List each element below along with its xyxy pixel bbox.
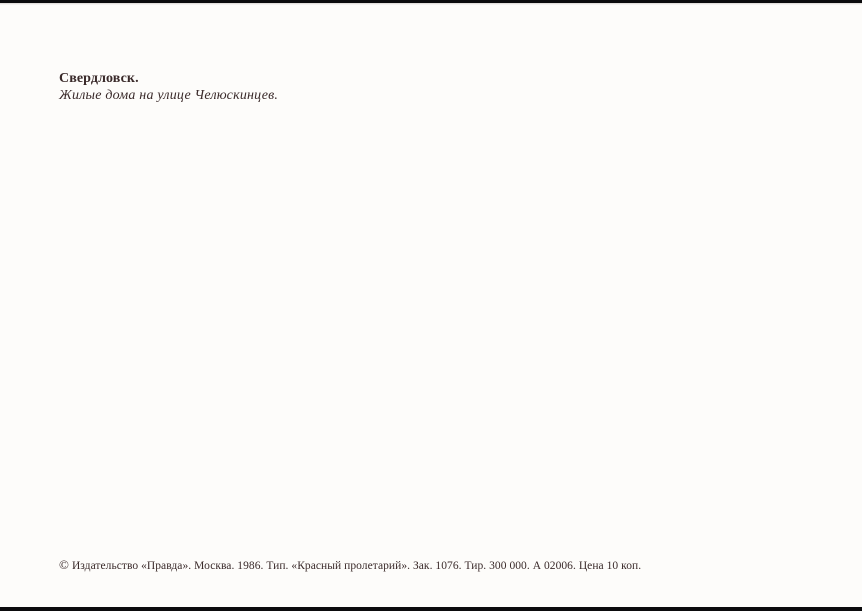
caption-subtitle: Жилые дома на улице Челюскинцев. — [59, 88, 279, 103]
publisher-imprint: © Издательство «Правда». Москва. 1986. Ти… — [59, 557, 641, 573]
caption-block: Свердловск. Жилые дома на улице Челюскин… — [59, 70, 278, 104]
imprint-text: Издательство «Правда». Москва. 1986. Тип… — [71, 560, 642, 572]
postcard-back: Свердловск. Жилые дома на улице Челюскин… — [0, 3, 862, 607]
copyright-icon: © — [59, 557, 69, 572]
city-title: Свердловск. — [59, 71, 139, 86]
